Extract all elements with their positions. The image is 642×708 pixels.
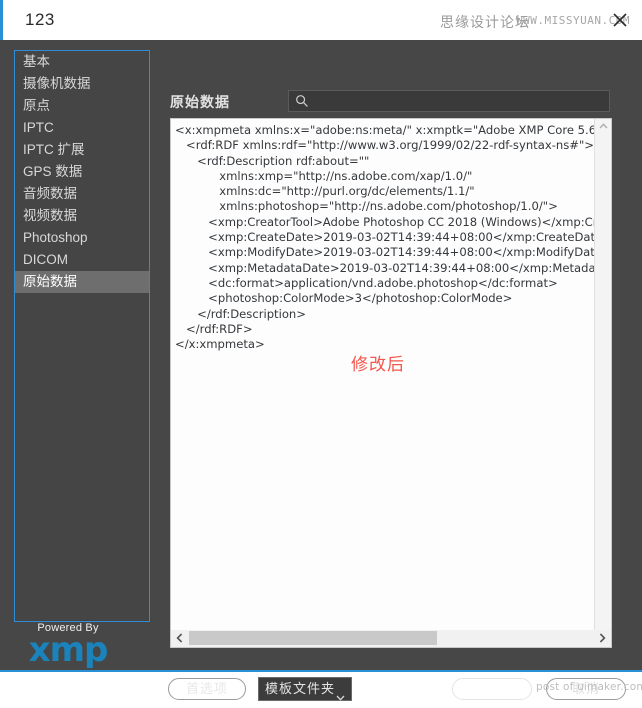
sidebar-item-3[interactable]: IPTC [15, 117, 149, 139]
sidebar-item-5[interactable]: GPS 数据 [15, 161, 149, 183]
sidebar-item-label: IPTC 扩展 [23, 142, 85, 157]
chevron-up-icon[interactable] [595, 119, 611, 136]
xmp-wordmark: xmp [28, 630, 109, 670]
sidebar-item-7[interactable]: 视频数据 [15, 205, 149, 227]
sidebar-item-9[interactable]: DICOM [15, 249, 149, 271]
sidebar-item-2[interactable]: 原点 [15, 95, 149, 117]
sidebar-item-10[interactable]: 原始数据 [15, 271, 149, 293]
page-title: 原始数据 [170, 94, 230, 110]
window-title: 123 [25, 10, 55, 29]
annotation-label: 修改后 [351, 355, 405, 374]
xmp-xml-content: <x:xmpmeta xmlns:x="adobe:ns:meta/" x:xm… [175, 123, 612, 352]
close-icon[interactable] [610, 10, 630, 30]
chevron-down-icon [336, 686, 345, 701]
sidebar-item-8[interactable]: Photoshop [15, 227, 149, 249]
sidebar-item-0[interactable]: 基本 [15, 51, 149, 73]
preferences-button[interactable]: 首选项 [168, 678, 246, 700]
search-input[interactable] [313, 91, 607, 113]
category-sidebar[interactable]: 基本摄像机数据原点 IPTC IPTC 扩展 GPS 数据 音频数据视频数据 Photos… [14, 50, 150, 622]
metadata-dialog: 基本摄像机数据原点 IPTC IPTC 扩展 GPS 数据 音频数据视频数据 Photos… [0, 40, 642, 701]
sidebar-item-label: DICOM [23, 252, 68, 267]
sidebar-item-label: Photoshop [23, 230, 88, 245]
search-icon [295, 94, 309, 108]
sidebar-item-label: 摄像机数据 [23, 76, 91, 91]
sidebar-item-label: GPS 数据 [23, 164, 83, 179]
sidebar-item-4[interactable]: IPTC 扩展 [15, 139, 149, 161]
sidebar-item-label: 视频数据 [23, 208, 77, 223]
template-folder-dropdown[interactable]: 模板文件夹 [258, 677, 352, 701]
horizontal-scrollbar[interactable] [170, 630, 612, 648]
vertical-scrollbar[interactable] [594, 119, 611, 647]
template-folder-label: 模板文件夹 [265, 681, 336, 696]
xmp-logo: Powered By xmp [20, 622, 116, 670]
sidebar-item-label: IPTC [23, 120, 54, 135]
sidebar-item-6[interactable]: 音频数据 [15, 183, 149, 205]
title-bar: 123 思缘设计论坛 WWW.MISSYUAN.COM [0, 0, 642, 40]
sidebar-item-1[interactable]: 摄像机数据 [15, 73, 149, 95]
sidebar-item-label: 原始数据 [23, 274, 77, 289]
sidebar-item-label: 音频数据 [23, 186, 77, 201]
raw-data-viewer[interactable]: <x:xmpmeta xmlns:x="adobe:ns:meta/" x:xm… [170, 118, 612, 648]
watermark-footer: post of uimaker.com [536, 681, 642, 693]
horizontal-scroll-thumb[interactable] [189, 631, 437, 645]
ok-button[interactable]: 确定 [452, 678, 532, 700]
search-box[interactable] [288, 90, 610, 113]
sidebar-item-label: 基本 [23, 54, 50, 69]
sidebar-item-label: 原点 [23, 98, 50, 113]
chevron-left-icon[interactable] [171, 630, 188, 646]
chevron-right-icon[interactable] [594, 630, 611, 646]
